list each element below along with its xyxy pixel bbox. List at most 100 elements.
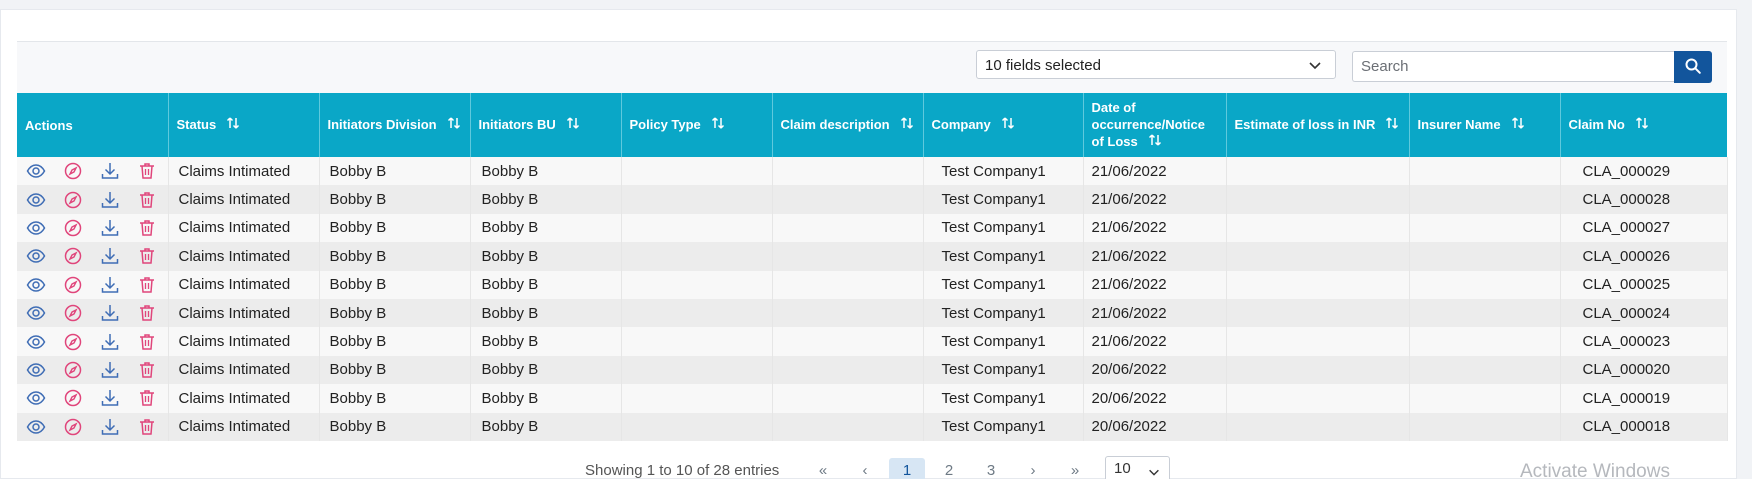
- view-icon[interactable]: [26, 246, 46, 266]
- company-cell: Test Company1: [923, 157, 1084, 186]
- row-actions: [17, 384, 169, 413]
- column-header-label: Initiators Division: [327, 116, 437, 132]
- page-2-button[interactable]: 2: [931, 458, 967, 479]
- compass-icon[interactable]: [63, 388, 83, 408]
- download-icon[interactable]: [100, 332, 120, 352]
- view-icon[interactable]: [26, 275, 46, 295]
- view-icon[interactable]: [26, 218, 46, 238]
- insurer-cell: [1409, 327, 1561, 356]
- view-icon[interactable]: [26, 161, 46, 181]
- view-icon[interactable]: [26, 332, 46, 352]
- sort-icon[interactable]: [447, 116, 461, 134]
- claims-table: Actions Status Initiators Division Initiato…: [17, 93, 1728, 441]
- bu-cell: Bobby B: [470, 157, 622, 186]
- compass-icon[interactable]: [63, 218, 83, 238]
- column-header[interactable]: Insurer Name: [1409, 93, 1561, 157]
- view-icon[interactable]: [26, 388, 46, 408]
- estimate-cell: [1226, 355, 1410, 385]
- status-cell: Claims Intimated: [168, 327, 320, 356]
- row-actions: [17, 157, 169, 186]
- column-header[interactable]: Estimate of loss in INR: [1226, 93, 1410, 157]
- compass-icon[interactable]: [63, 161, 83, 181]
- last-page-button[interactable]: »: [1057, 458, 1093, 479]
- trash-icon[interactable]: [137, 218, 157, 238]
- download-icon[interactable]: [100, 190, 120, 210]
- claim-description-cell: [772, 355, 924, 385]
- date-cell: 20/06/2022: [1083, 412, 1227, 441]
- status-cell: Claims Intimated: [168, 213, 320, 243]
- next-page-button[interactable]: ›: [1015, 458, 1051, 479]
- download-icon[interactable]: [100, 218, 120, 238]
- compass-icon[interactable]: [63, 303, 83, 323]
- sort-icon[interactable]: [1001, 116, 1015, 134]
- row-actions: [17, 412, 169, 441]
- trash-icon[interactable]: [137, 275, 157, 295]
- download-icon[interactable]: [100, 275, 120, 295]
- page-size-select[interactable]: 10: [1105, 456, 1170, 479]
- trash-icon[interactable]: [137, 360, 157, 380]
- estimate-cell: [1226, 242, 1410, 271]
- column-header[interactable]: Status: [168, 93, 320, 157]
- page-3-button[interactable]: 3: [973, 458, 1009, 479]
- compass-icon[interactable]: [63, 275, 83, 295]
- column-header-label: Insurer Name: [1417, 116, 1501, 132]
- trash-icon[interactable]: [137, 332, 157, 352]
- claim-no-cell: CLA_000029: [1560, 157, 1728, 186]
- division-cell: Bobby B: [319, 298, 471, 328]
- sort-icon[interactable]: [1635, 116, 1649, 134]
- column-header[interactable]: Initiators Division: [319, 93, 471, 157]
- search-input[interactable]: [1352, 51, 1675, 82]
- column-header[interactable]: Date of occurrence/Notice of Loss: [1083, 93, 1227, 157]
- column-header[interactable]: Claim description: [772, 93, 924, 157]
- view-icon[interactable]: [26, 303, 46, 323]
- date-cell: 21/06/2022: [1083, 270, 1227, 299]
- compass-icon[interactable]: [63, 190, 83, 210]
- chevron-down-icon: [1307, 57, 1323, 73]
- download-icon[interactable]: [100, 161, 120, 181]
- insurer-cell: [1409, 185, 1561, 214]
- download-icon[interactable]: [100, 246, 120, 266]
- search-icon: [1684, 57, 1702, 78]
- sort-icon[interactable]: [1385, 116, 1399, 134]
- download-icon[interactable]: [100, 360, 120, 380]
- trash-icon[interactable]: [137, 417, 157, 437]
- date-cell: 21/06/2022: [1083, 185, 1227, 214]
- trash-icon[interactable]: [137, 161, 157, 181]
- insurer-cell: [1409, 298, 1561, 328]
- row-actions: [17, 355, 169, 385]
- search-button[interactable]: [1674, 51, 1712, 83]
- compass-icon[interactable]: [63, 417, 83, 437]
- column-header[interactable]: Claim No: [1560, 93, 1727, 157]
- download-icon[interactable]: [100, 303, 120, 323]
- view-icon[interactable]: [26, 190, 46, 210]
- column-selector-dropdown[interactable]: 10 fields selected: [976, 50, 1336, 79]
- claim-description-cell: [772, 270, 924, 299]
- trash-icon[interactable]: [137, 388, 157, 408]
- download-icon[interactable]: [100, 388, 120, 408]
- sort-icon[interactable]: [711, 116, 725, 134]
- download-icon[interactable]: [100, 417, 120, 437]
- trash-icon[interactable]: [137, 246, 157, 266]
- sort-icon[interactable]: [226, 116, 240, 134]
- first-page-button[interactable]: «: [805, 458, 841, 479]
- sort-icon[interactable]: [1148, 133, 1162, 151]
- sort-icon[interactable]: [900, 116, 914, 134]
- division-cell: Bobby B: [319, 355, 471, 385]
- status-cell: Claims Intimated: [168, 185, 320, 214]
- trash-icon[interactable]: [137, 303, 157, 323]
- estimate-cell: [1226, 298, 1410, 328]
- view-icon[interactable]: [26, 417, 46, 437]
- trash-icon[interactable]: [137, 190, 157, 210]
- column-header-label: Estimate of loss in INR: [1234, 116, 1376, 132]
- page-1-button[interactable]: 1: [889, 458, 925, 479]
- column-header[interactable]: Initiators BU: [470, 93, 622, 157]
- column-header[interactable]: Policy Type: [621, 93, 773, 157]
- column-header[interactable]: Company: [923, 93, 1084, 157]
- sort-icon[interactable]: [566, 116, 580, 134]
- compass-icon[interactable]: [63, 332, 83, 352]
- view-icon[interactable]: [26, 360, 46, 380]
- compass-icon[interactable]: [63, 360, 83, 380]
- compass-icon[interactable]: [63, 246, 83, 266]
- prev-page-button[interactable]: ‹: [847, 458, 883, 479]
- sort-icon[interactable]: [1511, 116, 1525, 134]
